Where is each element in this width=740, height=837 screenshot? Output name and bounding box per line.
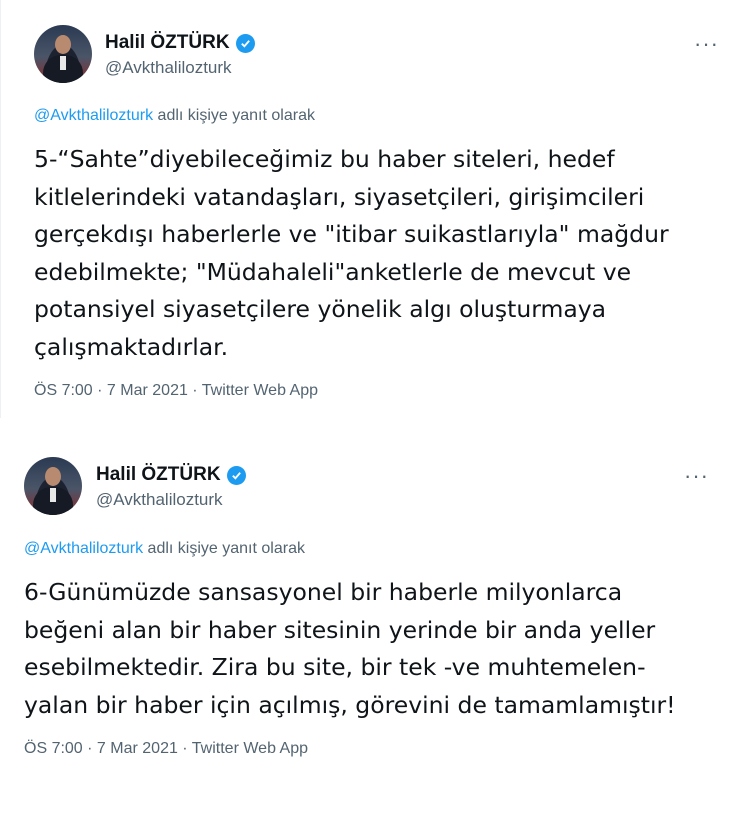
- avatar[interactable]: [24, 457, 82, 515]
- tweet-2[interactable]: Halil ÖZTÜRK @Avkthalilozturk ··· @Avkth…: [0, 440, 740, 837]
- author-handle[interactable]: @Avkthalilozturk: [105, 58, 232, 78]
- reply-label: adlı kişiye yanıt olarak: [143, 540, 305, 557]
- tweet-1[interactable]: Halil ÖZTÜRK @Avkthalilozturk ··· @Avkth…: [0, 0, 740, 418]
- avatar[interactable]: [34, 25, 92, 83]
- reply-context: @Avkthalilozturk adlı kişiye yanıt olara…: [34, 107, 315, 125]
- reply-label: adlı kişiye yanıt olarak: [153, 107, 315, 124]
- verified-badge-icon: [235, 33, 255, 53]
- tweet-text: 6-Günümüzde sansasyonel bir haberle mily…: [24, 578, 676, 719]
- more-options-icon[interactable]: ···: [694, 33, 719, 55]
- more-options-icon[interactable]: ···: [684, 465, 709, 487]
- verified-badge-icon: [226, 465, 246, 485]
- author-name[interactable]: Halil ÖZTÜRK: [96, 464, 221, 486]
- author-name[interactable]: Halil ÖZTÜRK: [105, 32, 230, 54]
- tweet-text: 5-“Sahte”diyebileceğimiz bu haber sitele…: [34, 145, 669, 361]
- reply-mention-link[interactable]: @Avkthalilozturk: [34, 107, 153, 124]
- author-handle[interactable]: @Avkthalilozturk: [96, 490, 223, 510]
- tweet-timestamp[interactable]: ÖS 7:00 · 7 Mar 2021 · Twitter Web App: [34, 382, 318, 400]
- tweet-timestamp[interactable]: ÖS 7:00 · 7 Mar 2021 · Twitter Web App: [24, 740, 308, 758]
- reply-mention-link[interactable]: @Avkthalilozturk: [24, 540, 143, 557]
- reply-context: @Avkthalilozturk adlı kişiye yanıt olara…: [24, 540, 305, 558]
